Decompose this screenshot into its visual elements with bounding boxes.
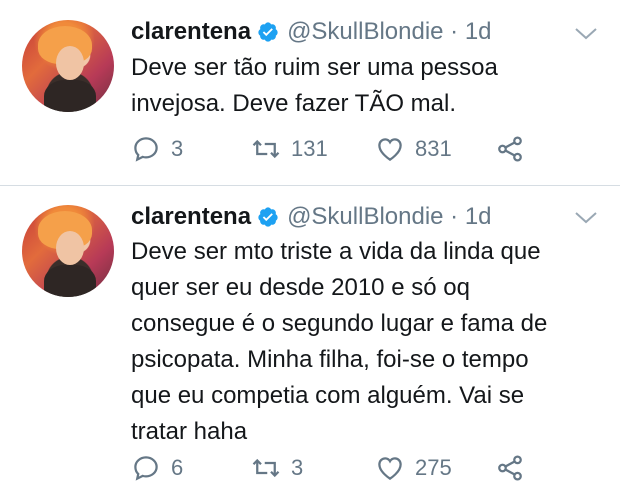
display-name[interactable]: clarentena bbox=[131, 18, 251, 46]
share-button[interactable] bbox=[495, 453, 525, 483]
retweet-button[interactable]: 131 bbox=[251, 134, 328, 164]
tweet-text-line: tratar haha bbox=[131, 418, 248, 445]
reply-icon bbox=[134, 137, 158, 162]
avatar[interactable] bbox=[22, 20, 114, 112]
heart-icon bbox=[378, 138, 402, 161]
tweet-header: clarentena @SkullBlondie · 1d bbox=[131, 17, 492, 47]
reply-button[interactable]: 6 bbox=[131, 453, 183, 483]
tweet-actions: 3 131 831 bbox=[131, 134, 601, 164]
retweet-icon bbox=[252, 139, 280, 159]
tweet-text-line: invejosa. Deve fazer TÃO mal. bbox=[131, 90, 457, 117]
reply-icon bbox=[134, 456, 158, 481]
tweet-text-line: que eu competia com alguém. Vai se bbox=[131, 382, 525, 409]
heart-icon bbox=[378, 457, 402, 480]
retweet-button[interactable]: 3 bbox=[251, 453, 303, 483]
like-count: 831 bbox=[415, 136, 452, 161]
retweet-count: 3 bbox=[291, 455, 304, 480]
reply-count: 3 bbox=[171, 136, 184, 161]
tweet-text-line: Deve ser tão ruim ser uma pessoa bbox=[131, 54, 498, 81]
avatar[interactable] bbox=[22, 205, 114, 297]
verified-badge-icon bbox=[258, 207, 278, 227]
chevron-down-icon[interactable] bbox=[574, 26, 598, 42]
retweet-icon bbox=[252, 458, 280, 478]
tweet-header: clarentena @SkullBlondie · 1d bbox=[131, 202, 492, 232]
tweet-text-line: psicopata. Minha filha, foi-se o tempo bbox=[131, 346, 529, 373]
tweet-actions: 6 3 275 bbox=[131, 453, 601, 483]
tweet-text-line: quer ser eu desde 2010 e só oq bbox=[131, 274, 470, 301]
tweet-text: Deve ser mto triste a vida da linda que … bbox=[131, 234, 601, 450]
share-button[interactable] bbox=[495, 134, 525, 164]
divider bbox=[0, 185, 620, 186]
verified-badge-icon bbox=[258, 22, 278, 42]
reply-count: 6 bbox=[171, 455, 184, 480]
share-icon bbox=[498, 136, 522, 162]
tweet-text-line: consegue é o segundo lugar e fama de bbox=[131, 310, 548, 337]
like-count: 275 bbox=[415, 455, 452, 480]
like-button[interactable]: 275 bbox=[375, 453, 452, 483]
share-icon bbox=[498, 455, 522, 481]
handle-and-time[interactable]: @SkullBlondie · 1d bbox=[287, 203, 491, 231]
display-name[interactable]: clarentena bbox=[131, 203, 251, 231]
reply-button[interactable]: 3 bbox=[131, 134, 183, 164]
tweet-text: Deve ser tão ruim ser uma pessoa invejos… bbox=[131, 50, 601, 122]
chevron-down-icon[interactable] bbox=[574, 210, 598, 226]
handle-and-time[interactable]: @SkullBlondie · 1d bbox=[287, 18, 491, 46]
retweet-count: 131 bbox=[291, 136, 328, 161]
tweet-text-line: Deve ser mto triste a vida da linda que bbox=[131, 238, 541, 265]
like-button[interactable]: 831 bbox=[375, 134, 452, 164]
